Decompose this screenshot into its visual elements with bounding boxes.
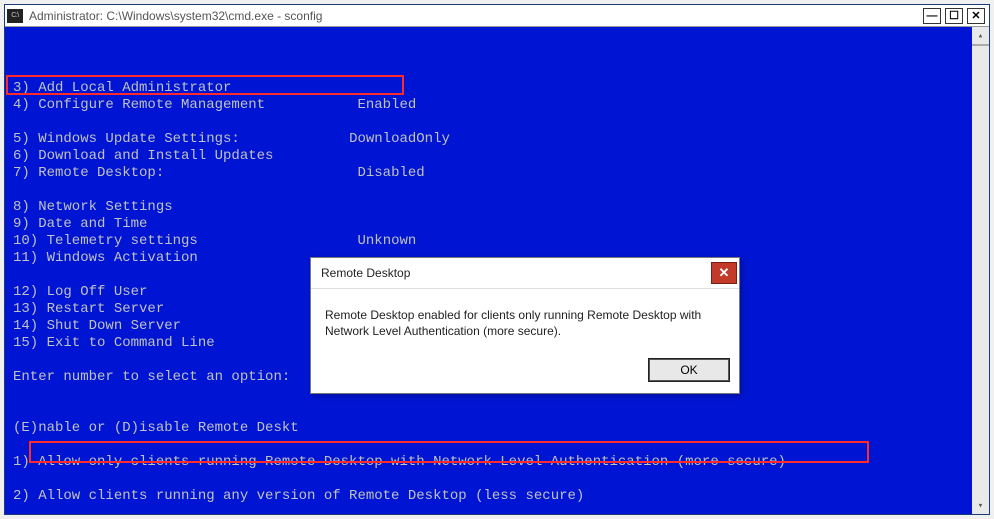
menu-value-4: Enabled — [357, 97, 416, 113]
minimize-button[interactable]: — — [923, 8, 941, 24]
menu-line-15: 15) Exit to Command Line — [13, 335, 215, 351]
menu-value-5: DownloadOnly — [349, 131, 450, 147]
dialog-title: Remote Desktop — [321, 266, 410, 280]
menu-value-7: Disabled — [357, 165, 424, 181]
menu-value-10: Unknown — [357, 233, 416, 249]
window-controls: — ☐ ✕ — [923, 8, 987, 24]
remote-desktop-dialog: Remote Desktop ✕ Remote Desktop enabled … — [310, 257, 740, 394]
ok-button[interactable]: OK — [649, 359, 729, 381]
menu-line-5: 5) Windows Update Settings: — [13, 131, 240, 147]
cmd-icon: C:\ — [7, 9, 23, 23]
menu-line-13: 13) Restart Server — [13, 301, 164, 317]
prompt-select-option: Enter number to select an option: — [13, 369, 299, 385]
menu-line-10: 10) Telemetry settings — [13, 233, 198, 249]
prompt-rd-enable-disable: (E)nable or (D)isable Remote Deskt — [13, 420, 299, 436]
scroll-thumb[interactable] — [972, 44, 989, 46]
menu-line-11: 11) Windows Activation — [13, 250, 198, 266]
maximize-button[interactable]: ☐ — [945, 8, 963, 24]
close-button[interactable]: ✕ — [967, 8, 985, 24]
rd-option-2: 2) Allow clients running any version of … — [13, 488, 584, 504]
scrollbar-vertical[interactable]: ▴ ▾ — [972, 27, 989, 514]
menu-line-3: 3) Add Local Administrator — [13, 80, 231, 96]
dialog-message: Remote Desktop enabled for clients only … — [311, 288, 739, 353]
dialog-close-button[interactable]: ✕ — [711, 262, 737, 284]
menu-line-8: 8) Network Settings — [13, 199, 173, 215]
menu-line-6: 6) Download and Install Updates — [13, 148, 273, 164]
scroll-up-button[interactable]: ▴ — [972, 27, 989, 44]
menu-line-7: 7) Remote Desktop: — [13, 165, 164, 181]
menu-line-9: 9) Date and Time — [13, 216, 147, 232]
scroll-down-button[interactable]: ▾ — [972, 497, 989, 514]
menu-line-4: 4) Configure Remote Management — [13, 97, 265, 113]
dialog-titlebar: Remote Desktop ✕ — [311, 258, 739, 288]
titlebar: C:\ Administrator: C:\Windows\system32\c… — [5, 5, 989, 27]
menu-line-14: 14) Shut Down Server — [13, 318, 181, 334]
menu-line-12: 12) Log Off User — [13, 284, 147, 300]
window-title: Administrator: C:\Windows\system32\cmd.e… — [29, 9, 923, 23]
rd-option-1: 1) Allow only clients running Remote Des… — [13, 454, 786, 470]
dialog-footer: OK — [311, 353, 739, 393]
